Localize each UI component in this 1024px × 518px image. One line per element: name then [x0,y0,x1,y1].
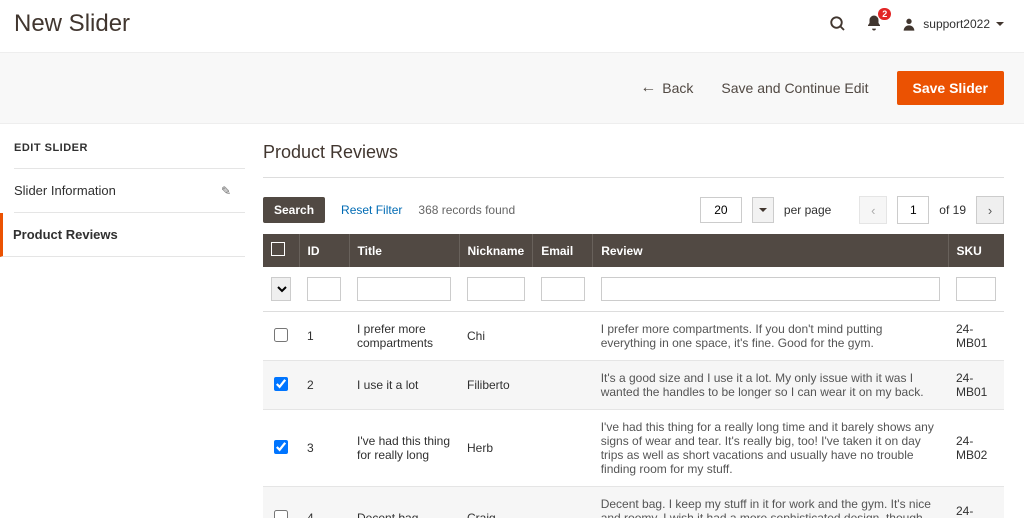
reset-filter-link[interactable]: Reset Filter [341,203,402,217]
cell-review: It's a good size and I use it a lot. My … [593,361,948,410]
row-checkbox[interactable] [274,510,288,518]
cell-nickname: Chi [459,312,533,361]
user-icon [901,16,917,32]
table-row[interactable]: 2I use it a lotFiliberto It's a good size… [263,361,1004,410]
col-header-checkbox[interactable] [263,234,299,267]
sidebar-item-label: Slider Information [14,183,116,198]
cell-nickname: Filiberto [459,361,533,410]
col-header-review[interactable]: Review [593,234,948,267]
col-header-id[interactable]: ID [299,234,349,267]
cell-sku: 24-MB01 [948,312,1004,361]
records-found-text: 368 records found [418,203,515,217]
per-page-input[interactable] [700,197,742,223]
total-pages-label: of 19 [939,203,966,217]
cell-title: I've had this thing for really long [349,410,459,487]
search-icon[interactable] [829,15,847,33]
per-page-label: per page [784,203,831,217]
cell-sku: 24-MB01 [948,361,1004,410]
cell-nickname: Herb [459,410,533,487]
row-checkbox[interactable] [274,377,288,391]
back-label: Back [662,80,693,96]
next-page-button[interactable]: › [976,196,1004,224]
cell-id: 3 [299,410,349,487]
cell-email [533,312,593,361]
filter-id-input[interactable] [307,277,341,301]
filter-email-input[interactable] [541,277,585,301]
prev-page-button[interactable]: ‹ [859,196,887,224]
current-page-input[interactable] [897,196,929,224]
chevron-left-icon: ‹ [871,203,875,218]
save-continue-button[interactable]: Save and Continue Edit [721,80,868,96]
section-title: Product Reviews [263,142,1004,178]
cell-review: I prefer more compartments. If you don't… [593,312,948,361]
reviews-table: ID Title Nickname Email Review SKU Any [263,234,1004,518]
cell-nickname: Craig [459,487,533,518]
user-menu[interactable]: support2022 [901,16,1004,32]
row-checkbox[interactable] [274,328,288,342]
notifications-icon[interactable]: 2 [865,14,883,35]
chevron-right-icon: › [988,203,992,218]
col-header-sku[interactable]: SKU [948,234,1004,267]
table-row[interactable]: 1I prefer more compartmentsChi I prefer m… [263,312,1004,361]
chevron-down-icon [759,208,767,212]
table-row[interactable]: 3I've had this thing for really longHerb… [263,410,1004,487]
filter-checkbox-select[interactable]: Any [271,277,291,301]
filter-title-input[interactable] [357,277,451,301]
cell-review: Decent bag. I keep my stuff in it for wo… [593,487,948,518]
arrow-left-icon: ← [640,79,656,97]
table-row[interactable]: 4Decent bagCraig Decent bag. I keep my st… [263,487,1004,518]
filter-sku-input[interactable] [956,277,996,301]
cell-email [533,410,593,487]
chevron-down-icon [996,22,1004,26]
filter-nickname-input[interactable] [467,277,525,301]
cell-id: 1 [299,312,349,361]
sidebar-heading: EDIT SLIDER [14,142,245,169]
back-button[interactable]: ← Back [640,79,693,97]
col-header-title[interactable]: Title [349,234,459,267]
col-header-nickname[interactable]: Nickname [459,234,533,267]
filter-row: Any [263,267,1004,312]
filter-review-input[interactable] [601,277,940,301]
notif-count-badge: 2 [878,8,891,20]
per-page-dropdown[interactable] [752,197,774,223]
cell-email [533,361,593,410]
sidebar-item-label: Product Reviews [13,227,118,242]
search-button[interactable]: Search [263,197,325,223]
page-title: New Slider [14,10,130,38]
cell-email [533,487,593,518]
cell-title: I use it a lot [349,361,459,410]
col-header-email[interactable]: Email [533,234,593,267]
cell-title: I prefer more compartments [349,312,459,361]
cell-sku: 24-MB02 [948,487,1004,518]
sidebar-item-slider-information[interactable]: Slider Information ✎ [14,169,245,213]
row-checkbox[interactable] [274,440,288,454]
sidebar-item-product-reviews[interactable]: Product Reviews [0,213,245,257]
save-slider-button[interactable]: Save Slider [897,71,1005,105]
pencil-icon: ✎ [221,184,231,198]
cell-id: 4 [299,487,349,518]
cell-review: I've had this thing for a really long ti… [593,410,948,487]
cell-title: Decent bag [349,487,459,518]
cell-sku: 24-MB02 [948,410,1004,487]
user-name: support2022 [923,17,990,31]
cell-id: 2 [299,361,349,410]
